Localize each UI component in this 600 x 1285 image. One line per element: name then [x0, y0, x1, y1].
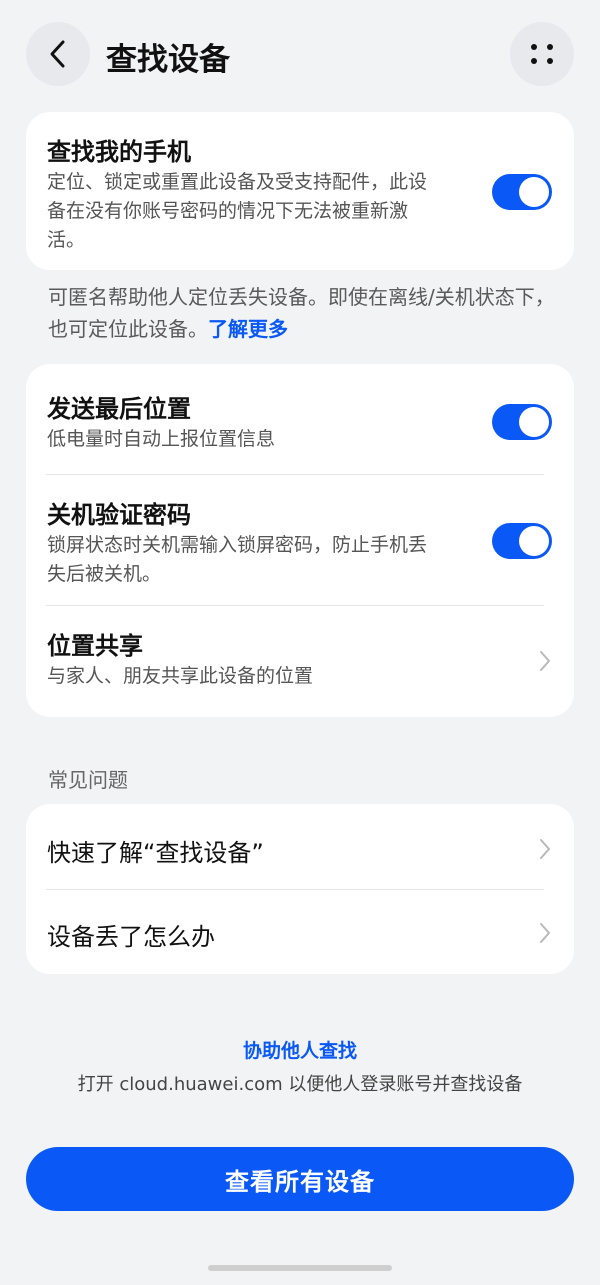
send-last-location-title: 发送最后位置 — [47, 395, 191, 423]
faq-item-label: 快速了解“查找设备” — [47, 839, 264, 867]
location-sharing-description: 与家人、朋友共享此设备的位置 — [47, 665, 314, 687]
send-last-location-toggle[interactable] — [492, 404, 552, 440]
find-phone-title: 查找我的手机 — [47, 138, 191, 166]
chevron-right-icon — [540, 839, 550, 859]
chevron-left-icon — [50, 40, 65, 68]
find-phone-card: 查找我的手机 定位、锁定或重置此设备及受支持配件，此设备在没有你账号密码的情况下… — [26, 112, 574, 270]
shutdown-password-toggle[interactable] — [492, 523, 552, 559]
learn-more-link[interactable]: 了解更多 — [208, 317, 288, 341]
more-button[interactable] — [510, 22, 574, 86]
shutdown-password-title: 关机验证密码 — [47, 501, 191, 529]
header: 查找设备 — [26, 22, 574, 88]
offline-note: 可匿名帮助他人定位丢失设备。即使在离线/关机状态下，也可定位此设备。了解更多 — [48, 281, 558, 345]
location-sharing-row[interactable]: 位置共享 与家人、朋友共享此设备的位置 — [26, 606, 574, 716]
chevron-right-icon — [540, 651, 550, 671]
settings-card: 发送最后位置 低电量时自动上报位置信息 关机验证密码 锁屏状态时关机需输入锁屏密… — [26, 364, 574, 717]
view-all-devices-button[interactable]: 查看所有设备 — [26, 1147, 574, 1211]
offline-note-text: 可匿名帮助他人定位丢失设备。即使在离线/关机状态下，也可定位此设备。 — [48, 285, 555, 341]
faq-item-label: 设备丢了怎么办 — [47, 923, 215, 951]
find-phone-toggle[interactable] — [492, 174, 552, 210]
send-last-location-description: 低电量时自动上报位置信息 — [47, 428, 276, 450]
shutdown-password-row[interactable]: 关机验证密码 锁屏状态时关机需输入锁屏密码，防止手机丢失后被关机。 — [26, 475, 574, 605]
find-phone-description: 定位、锁定或重置此设备及受支持配件，此设备在没有你账号密码的情况下无法被重新激活… — [47, 171, 428, 251]
assist-others-link[interactable]: 协助他人查找 — [0, 1036, 600, 1063]
more-dots-icon — [531, 44, 553, 64]
send-last-location-row[interactable]: 发送最后位置 低电量时自动上报位置信息 — [26, 364, 574, 474]
back-button[interactable] — [26, 22, 90, 86]
shutdown-password-description: 锁屏状态时关机需输入锁屏密码，防止手机丢失后被关机。 — [47, 534, 428, 585]
faq-card: 快速了解“查找设备” 设备丢了怎么办 — [26, 804, 574, 974]
faq-item[interactable]: 设备丢了怎么办 — [26, 890, 574, 974]
faq-item[interactable]: 快速了解“查找设备” — [26, 804, 574, 889]
location-sharing-title: 位置共享 — [47, 632, 143, 660]
chevron-right-icon — [540, 923, 550, 943]
home-indicator[interactable] — [208, 1265, 392, 1271]
assist-description: 打开 cloud.huawei.com 以便他人登录账号并查找设备 — [77, 1074, 523, 1095]
page-title: 查找设备 — [106, 42, 230, 78]
faq-section-label: 常见问题 — [48, 768, 128, 792]
find-device-screen: 查找设备 查找我的手机 定位、锁定或重置此设备及受支持配件，此设备在没有你账号密… — [0, 0, 600, 1285]
